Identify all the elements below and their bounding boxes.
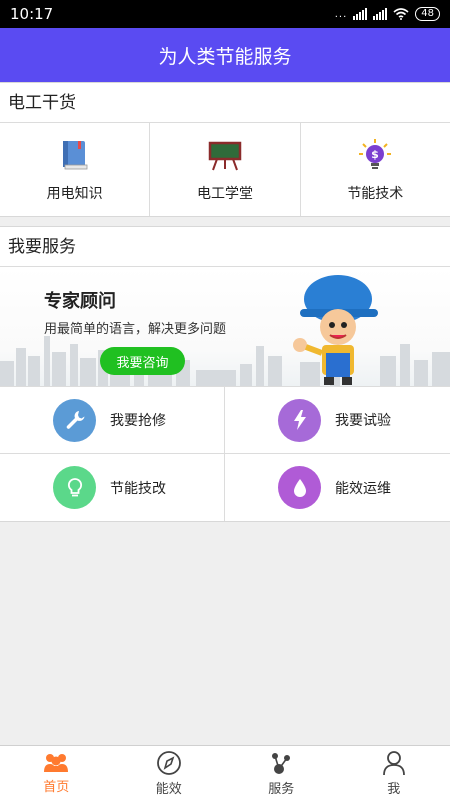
battery-icon: 48 — [415, 7, 440, 21]
service-efficiency-ops[interactable]: 能效运维 — [225, 454, 450, 521]
status-indicators: ... 48 — [335, 7, 440, 21]
tool-label: 电工学堂 — [196, 185, 253, 202]
lightbulb-icon — [53, 466, 96, 509]
service-label: 节能技改 — [110, 480, 166, 497]
status-bar: 10:17 ... 48 — [0, 0, 450, 28]
nav-home[interactable]: 首页 — [0, 746, 113, 800]
expert-banner[interactable]: 专家顾问 用最简单的语言，解决更多问题 我要咨询 — [0, 267, 450, 387]
bulb-dollar-icon: $ — [357, 137, 393, 173]
nav-label: 我 — [387, 781, 401, 797]
tool-energy-tech[interactable]: $ 节能技术 — [301, 123, 450, 216]
tool-electrician-class[interactable]: 电工学堂 — [150, 123, 301, 216]
nav-label: 服务 — [268, 781, 295, 797]
worker-mascot-illustration — [293, 275, 378, 385]
compass-icon — [156, 750, 181, 775]
notification-dots: ... — [334, 8, 348, 20]
person-icon — [382, 750, 405, 775]
nav-me[interactable]: 我 — [338, 746, 450, 800]
service-label: 我要试验 — [335, 413, 391, 429]
tool-power-knowledge[interactable]: 用电知识 — [0, 123, 151, 216]
book-icon — [57, 137, 93, 173]
service-test[interactable]: 我要试验 — [225, 387, 450, 454]
service-energy-retrofit[interactable]: 节能技改 — [0, 454, 225, 521]
service-repair[interactable]: 我要抢修 — [0, 387, 225, 454]
service-label: 我要抢修 — [110, 413, 166, 429]
status-time: 10:17 — [10, 5, 54, 23]
services-section: 我要服务 专家顾问 用最简单的语言，解决更多问题 我要咨询 我要抢修 我要试验 … — [0, 226, 450, 522]
share-node-icon — [272, 752, 291, 774]
consult-button[interactable]: 我要咨询 — [100, 347, 185, 375]
app-header: 为人类节能服务 — [0, 28, 450, 82]
nav-services[interactable]: 服务 — [225, 746, 338, 800]
section-title-tips: 电工干货 — [0, 83, 450, 123]
nav-label: 首页 — [43, 779, 70, 795]
banner-subtitle: 用最简单的语言，解决更多问题 — [44, 322, 227, 337]
bottom-nav: 首页 能效 服务 我 — [0, 745, 450, 800]
tips-grid: 用电知识 电工学堂 $ 节能技术 — [0, 123, 450, 216]
nav-efficiency[interactable]: 能效 — [113, 746, 226, 800]
signal-icon — [353, 8, 368, 20]
svg-text:$: $ — [371, 148, 379, 161]
blackboard-icon — [207, 137, 243, 173]
drop-icon — [278, 466, 321, 509]
tool-label: 用电知识 — [46, 185, 103, 202]
page-title: 为人类节能服务 — [158, 45, 292, 68]
banner-title: 专家顾问 — [44, 291, 116, 312]
nav-label: 能效 — [155, 781, 182, 797]
wrench-icon — [53, 398, 96, 442]
electric-tips-section: 电工干货 用电知识 电工学堂 $ 节能技术 — [0, 82, 450, 217]
service-label: 能效运维 — [335, 480, 391, 497]
wifi-icon — [393, 8, 409, 20]
lightning-icon — [278, 398, 321, 442]
section-title-services: 我要服务 — [0, 227, 450, 267]
signal-icon-2 — [373, 8, 388, 20]
services-grid: 我要抢修 我要试验 节能技改 能效运维 — [0, 387, 450, 521]
home-people-icon — [44, 753, 69, 772]
tool-label: 节能技术 — [347, 185, 404, 202]
